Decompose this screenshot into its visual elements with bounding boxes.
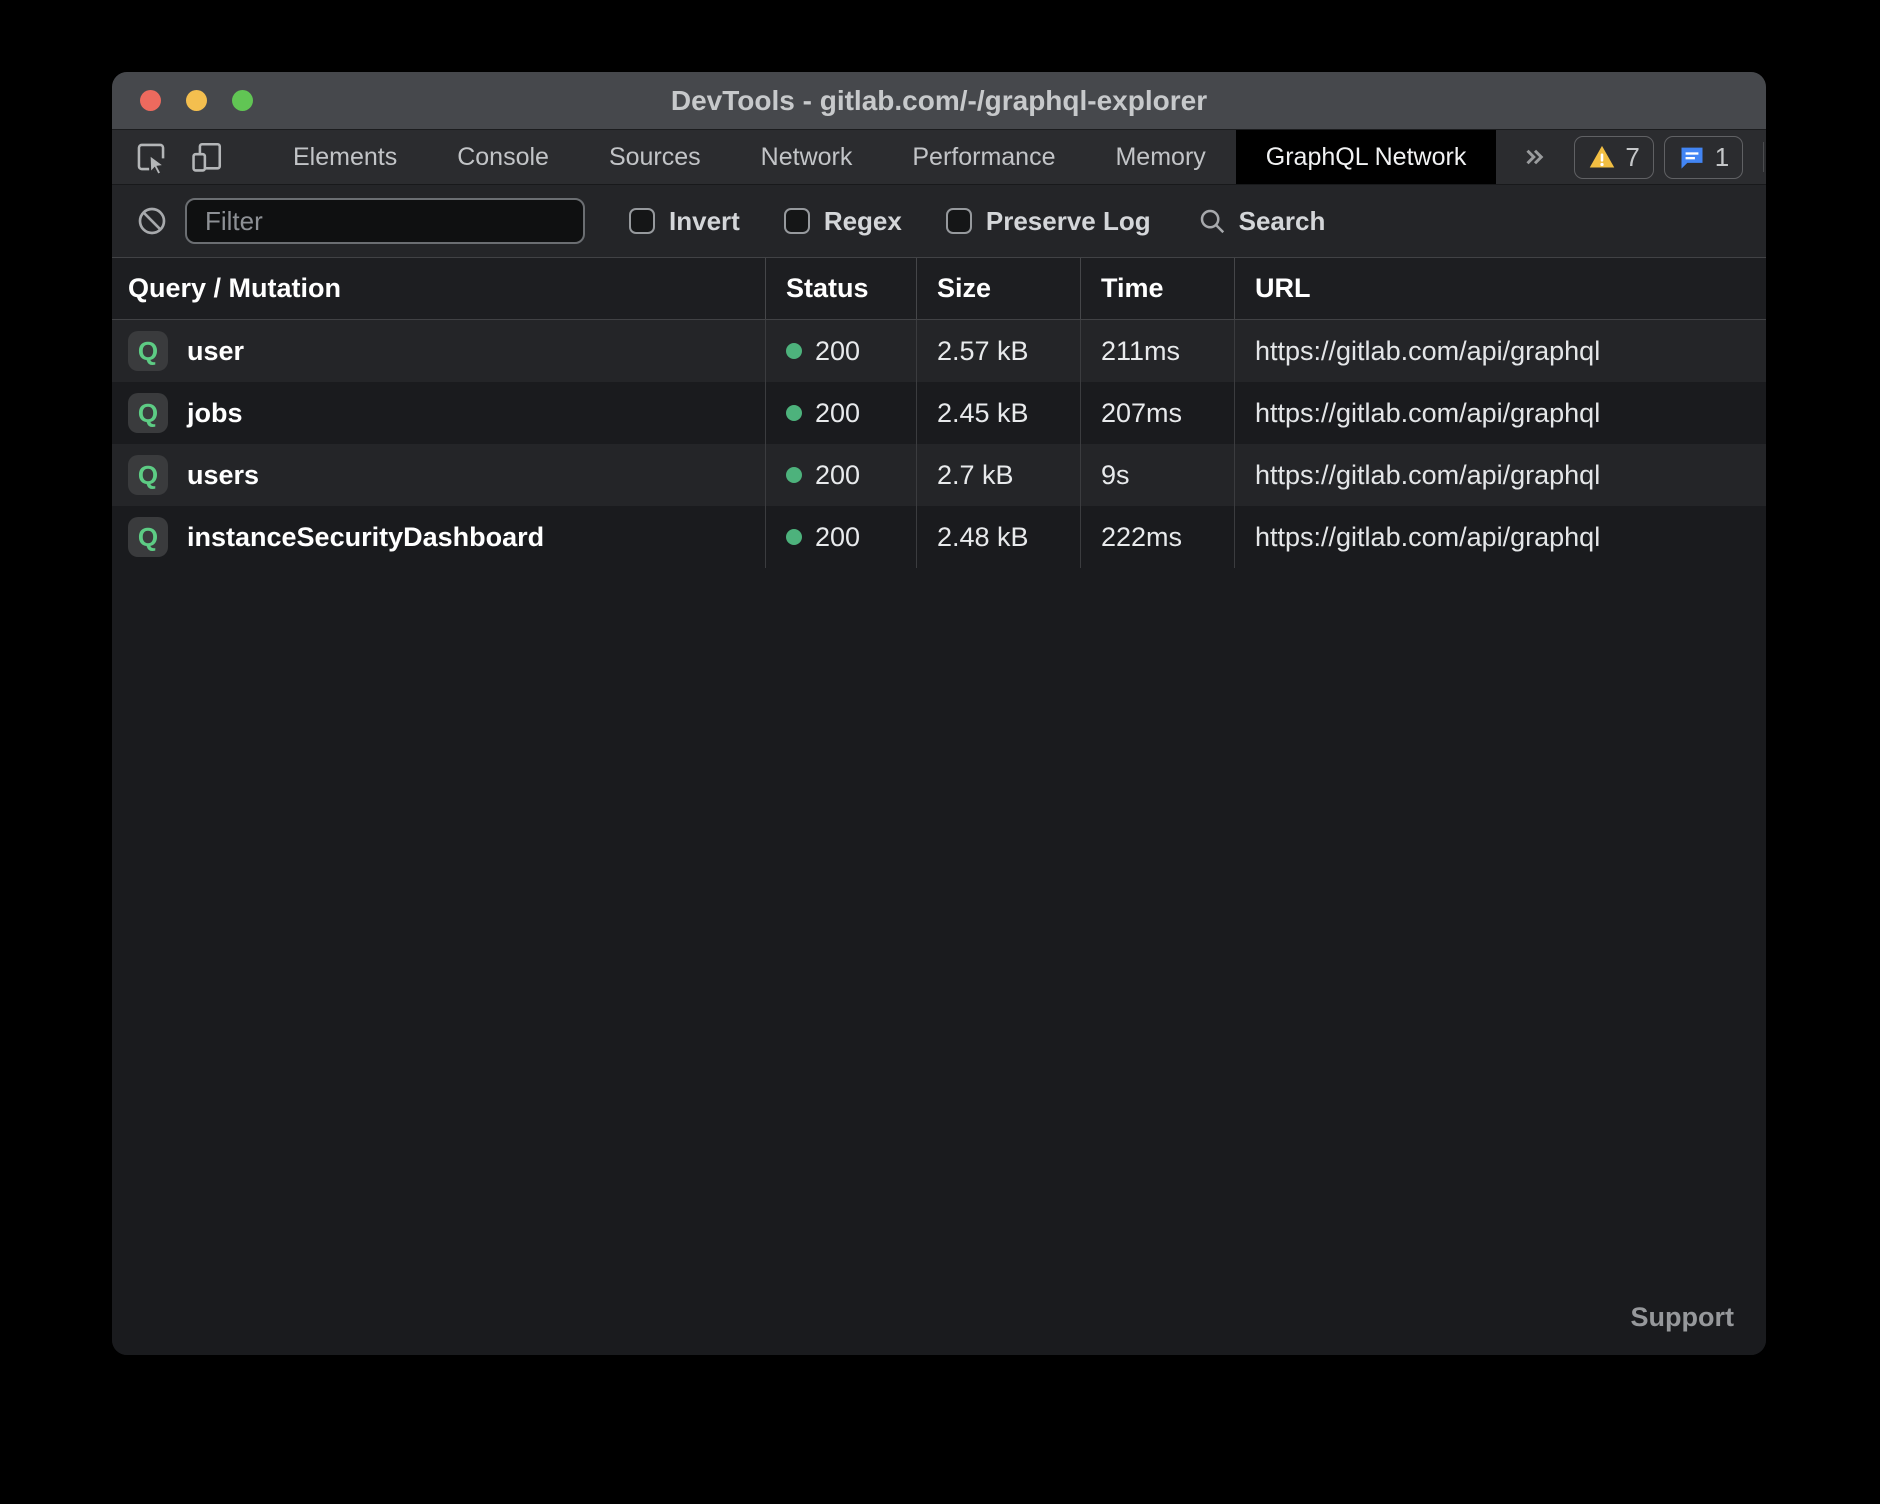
query-cell: Q instanceSecurityDashboard bbox=[112, 506, 765, 568]
regex-label: Regex bbox=[824, 206, 902, 237]
tab-elements[interactable]: Elements bbox=[263, 130, 427, 184]
tab-network[interactable]: Network bbox=[731, 130, 883, 184]
request-rows: Q user 200 2.57 kB 211ms https://gitlab.… bbox=[112, 320, 1766, 568]
query-type-badge: Q bbox=[128, 331, 168, 371]
filter-bar: Invert Regex Preserve Log Search bbox=[112, 185, 1766, 258]
status-code: 200 bbox=[815, 460, 860, 491]
status-ok-dot bbox=[786, 529, 802, 545]
inspect-element-button[interactable] bbox=[112, 130, 179, 184]
block-icon bbox=[136, 205, 168, 237]
titlebar: DevTools - gitlab.com/-/graphql-explorer bbox=[112, 72, 1766, 130]
query-type-badge: Q bbox=[128, 393, 168, 433]
warnings-button[interactable]: 7 bbox=[1574, 136, 1653, 179]
table-row[interactable]: Q instanceSecurityDashboard 200 2.48 kB … bbox=[112, 506, 1766, 568]
device-toolbar-icon bbox=[190, 140, 224, 174]
tab-memory[interactable]: Memory bbox=[1085, 130, 1235, 184]
tab-performance[interactable]: Performance bbox=[882, 130, 1085, 184]
column-header-size[interactable]: Size bbox=[916, 258, 1080, 319]
status-cell: 200 bbox=[765, 444, 916, 506]
search-icon bbox=[1197, 206, 1227, 236]
toggle-device-toolbar-button[interactable] bbox=[179, 130, 235, 184]
invert-checkbox-group[interactable]: Invert bbox=[629, 206, 740, 237]
size-cell: 2.48 kB bbox=[916, 506, 1080, 568]
preserve-log-checkbox[interactable] bbox=[946, 208, 972, 234]
minimize-button[interactable] bbox=[186, 90, 207, 111]
time-cell: 211ms bbox=[1080, 320, 1234, 382]
status-cell: 200 bbox=[765, 382, 916, 444]
column-header-url[interactable]: URL bbox=[1234, 258, 1766, 319]
status-code: 200 bbox=[815, 398, 860, 429]
status-ok-dot bbox=[786, 343, 802, 359]
status-code: 200 bbox=[815, 336, 860, 367]
url-cell: https://gitlab.com/api/graphql bbox=[1234, 506, 1766, 568]
panel-body: Support bbox=[112, 568, 1766, 1355]
status-ok-dot bbox=[786, 405, 802, 421]
time-cell: 9s bbox=[1080, 444, 1234, 506]
message-count: 1 bbox=[1715, 142, 1729, 173]
column-header-time[interactable]: Time bbox=[1080, 258, 1234, 319]
issues-button[interactable]: 1 bbox=[1664, 136, 1743, 179]
support-link[interactable]: Support bbox=[1631, 1302, 1734, 1333]
status-ok-dot bbox=[786, 467, 802, 483]
preserve-log-label: Preserve Log bbox=[986, 206, 1151, 237]
tab-graphql-network[interactable]: GraphQL Network bbox=[1236, 130, 1497, 184]
search-button[interactable]: Search bbox=[1197, 206, 1326, 237]
tab-bar: Elements Console Sources Network Perform… bbox=[112, 130, 1766, 185]
invert-label: Invert bbox=[669, 206, 740, 237]
filter-input[interactable] bbox=[185, 198, 585, 244]
regex-checkbox[interactable] bbox=[784, 208, 810, 234]
status-cell: 200 bbox=[765, 320, 916, 382]
invert-checkbox[interactable] bbox=[629, 208, 655, 234]
zoom-button[interactable] bbox=[232, 90, 253, 111]
query-type-badge: Q bbox=[128, 517, 168, 557]
close-button[interactable] bbox=[140, 90, 161, 111]
query-name: jobs bbox=[187, 398, 243, 429]
url-cell: https://gitlab.com/api/graphql bbox=[1234, 382, 1766, 444]
size-cell: 2.45 kB bbox=[916, 382, 1080, 444]
inspect-cursor-icon bbox=[134, 140, 168, 174]
time-cell: 207ms bbox=[1080, 382, 1234, 444]
badge-divider bbox=[1763, 142, 1764, 172]
query-cell: Q user bbox=[112, 320, 765, 382]
tabbar-right-group: 7 1 bbox=[1574, 130, 1766, 184]
regex-checkbox-group[interactable]: Regex bbox=[784, 206, 902, 237]
query-name: user bbox=[187, 336, 244, 367]
search-label: Search bbox=[1239, 206, 1326, 237]
time-cell: 222ms bbox=[1080, 506, 1234, 568]
size-cell: 2.7 kB bbox=[916, 444, 1080, 506]
query-type-badge: Q bbox=[128, 455, 168, 495]
column-header-status[interactable]: Status bbox=[765, 258, 916, 319]
status-code: 200 bbox=[815, 522, 860, 553]
table-header: Query / Mutation Status Size Time URL bbox=[112, 258, 1766, 320]
column-header-query[interactable]: Query / Mutation bbox=[112, 258, 765, 319]
query-name: instanceSecurityDashboard bbox=[187, 522, 544, 553]
clear-button[interactable] bbox=[136, 205, 168, 237]
tab-console[interactable]: Console bbox=[427, 130, 579, 184]
preserve-log-checkbox-group[interactable]: Preserve Log bbox=[946, 206, 1151, 237]
tab-sources[interactable]: Sources bbox=[579, 130, 731, 184]
status-cell: 200 bbox=[765, 506, 916, 568]
devtools-window: DevTools - gitlab.com/-/graphql-explorer… bbox=[112, 72, 1766, 1355]
table-row[interactable]: Q users 200 2.7 kB 9s https://gitlab.com… bbox=[112, 444, 1766, 506]
warning-count: 7 bbox=[1625, 142, 1639, 173]
more-tabs-button[interactable] bbox=[1496, 130, 1574, 184]
query-cell: Q users bbox=[112, 444, 765, 506]
url-cell: https://gitlab.com/api/graphql bbox=[1234, 320, 1766, 382]
chevron-double-right-icon bbox=[1520, 142, 1550, 172]
traffic-lights bbox=[140, 90, 253, 111]
warning-triangle-icon bbox=[1588, 143, 1616, 171]
query-name: users bbox=[187, 460, 259, 491]
message-bubble-icon bbox=[1678, 143, 1706, 171]
size-cell: 2.57 kB bbox=[916, 320, 1080, 382]
window-title: DevTools - gitlab.com/-/graphql-explorer bbox=[112, 85, 1766, 117]
table-row[interactable]: Q user 200 2.57 kB 211ms https://gitlab.… bbox=[112, 320, 1766, 382]
url-cell: https://gitlab.com/api/graphql bbox=[1234, 444, 1766, 506]
query-cell: Q jobs bbox=[112, 382, 765, 444]
table-row[interactable]: Q jobs 200 2.45 kB 207ms https://gitlab.… bbox=[112, 382, 1766, 444]
